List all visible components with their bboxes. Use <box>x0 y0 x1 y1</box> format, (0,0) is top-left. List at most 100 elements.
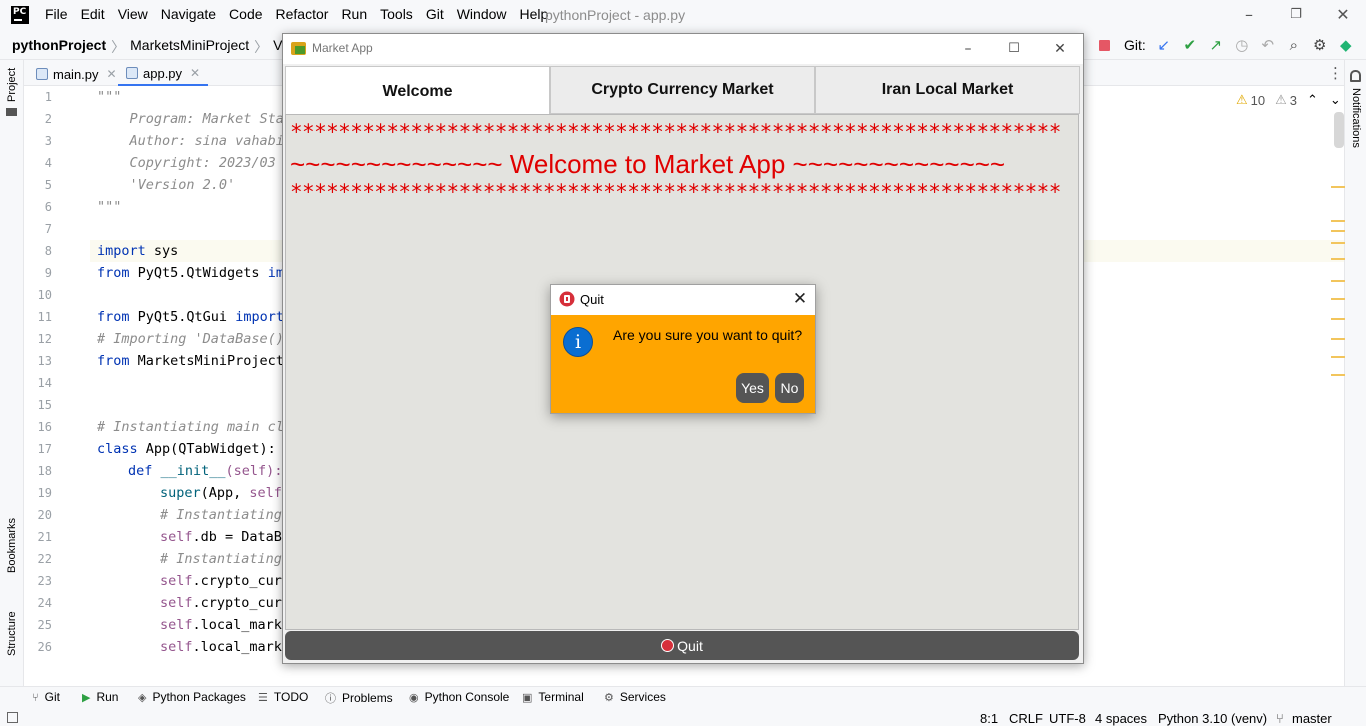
no-button[interactable]: No <box>775 373 804 403</box>
menu-view[interactable]: View <box>118 6 148 22</box>
file-encoding[interactable]: UTF-8 <box>1049 711 1086 726</box>
quit-button[interactable]: Quit <box>285 631 1079 660</box>
breadcrumb-project[interactable]: pythonProject <box>12 37 106 57</box>
scrollbar-marker[interactable] <box>1331 374 1345 376</box>
bookmarks-tool-button[interactable]: Bookmarks <box>6 518 18 573</box>
tw-terminal[interactable]: ▣ Terminal <box>522 690 584 704</box>
line-number: 13 <box>37 354 52 368</box>
scrollbar-marker[interactable] <box>1331 242 1345 244</box>
git-commit-icon[interactable]: ✔ <box>1180 36 1200 54</box>
tw-python-console[interactable]: ◉ Python Console <box>409 690 509 704</box>
terminal-icon: ▣ <box>522 690 533 704</box>
tool-windows-toggle-icon[interactable] <box>7 712 18 723</box>
caret-position[interactable]: 8:1 <box>980 711 998 726</box>
tw-git[interactable]: ⑂ Git <box>32 690 60 704</box>
plugin-logo-icon[interactable]: ◆ <box>1336 36 1356 54</box>
line-number: 20 <box>37 508 52 522</box>
notifications-tool-button[interactable]: Notifications <box>1350 88 1362 148</box>
problems-icon: ⓘ <box>325 692 336 705</box>
next-highlight-icon[interactable]: ⌄ <box>1330 92 1341 108</box>
scrollbar-marker[interactable] <box>1331 186 1345 188</box>
scrollbar-marker[interactable] <box>1331 220 1345 222</box>
indent-setting[interactable]: 4 spaces <box>1095 711 1147 726</box>
menu-git[interactable]: Git <box>426 6 444 22</box>
menu-file[interactable]: File <box>45 6 68 22</box>
git-branch[interactable]: master <box>1292 711 1332 726</box>
maximize-icon[interactable]: ☐ <box>1000 38 1028 60</box>
line-separator[interactable]: CRLF <box>1009 711 1043 726</box>
scrollbar-marker[interactable] <box>1331 356 1345 358</box>
git-push-icon[interactable]: ↗ <box>1206 36 1226 54</box>
yes-button[interactable]: Yes <box>736 373 769 403</box>
close-tab-icon[interactable]: ✕ <box>107 67 117 81</box>
structure-tool-button[interactable]: Structure <box>6 611 18 656</box>
stop-icon[interactable] <box>1094 36 1114 54</box>
scrollbar-marker[interactable] <box>1331 280 1345 282</box>
tw-todo[interactable]: ☰ TODO <box>258 690 308 704</box>
tab-iran-local-market[interactable]: Iran Local Market <box>815 66 1080 114</box>
services-icon: ⚙ <box>604 690 614 704</box>
search-icon[interactable]: ⌕ <box>1284 36 1304 54</box>
ide-toolbar: Git: ↙ ✔ ↗ ◷ ↶ ⌕ ⚙ ◆ <box>1094 36 1362 54</box>
previous-highlight-icon[interactable]: ⌃ <box>1307 92 1318 108</box>
tw-python-packages[interactable]: ◈ Python Packages <box>138 690 246 704</box>
bell-icon[interactable] <box>1350 70 1361 82</box>
tab-label: main.py <box>53 66 99 82</box>
git-update-icon[interactable]: ↙ <box>1154 36 1174 54</box>
close-icon[interactable]: ✕ <box>789 289 811 309</box>
more-options-icon[interactable]: ⋮ <box>1328 64 1343 82</box>
inspection-widget[interactable]: ⚠ 10 ⚠ 3 ⌃ ⌄ <box>1236 92 1341 108</box>
code-line: Program: Market Sta <box>97 111 284 127</box>
line-number: 17 <box>37 442 52 456</box>
line-number: 7 <box>44 222 52 236</box>
code-line: from PyQt5.QtWidgets imp <box>97 265 293 281</box>
menu-help[interactable]: Help <box>520 6 549 22</box>
menu-window[interactable]: Window <box>457 6 507 22</box>
rollback-icon[interactable]: ↶ <box>1258 36 1278 54</box>
code-line: from MarketsMiniProject <box>97 353 284 369</box>
line-number: 10 <box>37 288 52 302</box>
tab-welcome[interactable]: Welcome <box>285 66 550 116</box>
line-number: 22 <box>37 552 52 566</box>
scrollbar-marker[interactable] <box>1331 258 1345 260</box>
menu-edit[interactable]: Edit <box>81 6 105 22</box>
tab-app-py[interactable]: app.py ✕ <box>118 62 209 86</box>
breadcrumb-item[interactable]: MarketsMiniProject <box>130 37 249 57</box>
menu-refactor[interactable]: Refactor <box>276 6 329 22</box>
menu-navigate[interactable]: Navigate <box>161 6 216 22</box>
tw-problems[interactable]: ⓘ Problems <box>325 690 393 706</box>
tw-services[interactable]: ⚙ Services <box>604 690 666 704</box>
line-number: 25 <box>37 618 52 632</box>
close-icon[interactable]: ✕ <box>1046 38 1074 60</box>
code-line: self.crypto_curr <box>160 595 291 611</box>
tab-label: app.py <box>143 65 183 81</box>
scrollbar-marker[interactable] <box>1331 230 1345 232</box>
settings-gear-icon[interactable]: ⚙ <box>1310 36 1330 54</box>
python-interpreter[interactable]: Python 3.10 (venv) <box>1158 711 1267 726</box>
scrollbar-marker[interactable] <box>1331 298 1345 300</box>
tab-main-py[interactable]: main.py ✕ <box>28 62 125 86</box>
tw-run[interactable]: ▶ Run <box>82 690 118 704</box>
menu-run[interactable]: Run <box>341 6 367 22</box>
breadcrumb: pythonProject 〉 MarketsMiniProject 〉 Ver… <box>12 37 320 57</box>
close-icon[interactable]: ✕ <box>1332 4 1354 26</box>
line-number: 4 <box>44 156 52 170</box>
history-icon[interactable]: ◷ <box>1232 36 1252 54</box>
menu-code[interactable]: Code <box>229 6 262 22</box>
code-line: Copyright: 2023/03 <box>97 155 276 171</box>
left-tool-strip: Project Bookmarks Structure <box>0 60 24 686</box>
restore-icon[interactable]: ❐ <box>1285 4 1307 26</box>
minimize-icon[interactable]: – <box>954 38 982 60</box>
tab-crypto-currency-market[interactable]: Crypto Currency Market <box>550 66 815 114</box>
code-line: import sys <box>97 243 179 259</box>
project-tool-button[interactable]: Project <box>6 68 18 102</box>
editor-scrollbar[interactable] <box>1334 112 1344 148</box>
minimize-icon[interactable]: – <box>1238 4 1260 26</box>
git-branch-icon: ⑂ <box>32 690 39 704</box>
scrollbar-marker[interactable] <box>1331 318 1345 320</box>
close-tab-icon[interactable]: ✕ <box>190 66 200 80</box>
menu-tools[interactable]: Tools <box>380 6 413 22</box>
scrollbar-marker[interactable] <box>1331 338 1345 340</box>
line-number: 1 <box>44 90 52 104</box>
warning-count: 10 <box>1250 92 1266 108</box>
